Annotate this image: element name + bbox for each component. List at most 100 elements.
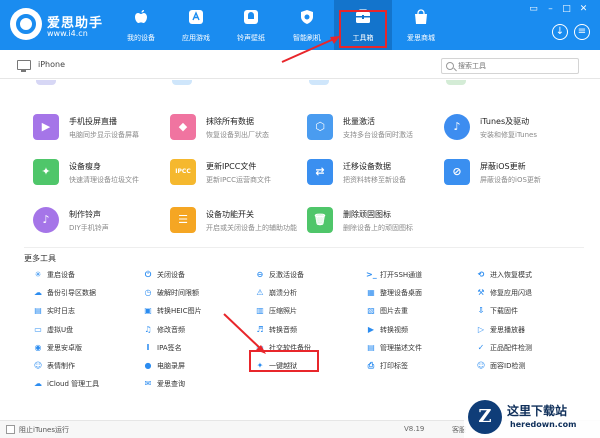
- more-tool-label: 图片去重: [380, 307, 408, 315]
- tool-itunes-driver[interactable]: ♪ iTunes及驱动 安装和修复iTunes: [444, 110, 589, 148]
- nav-my-device[interactable]: 我的设备: [112, 0, 170, 50]
- broom-icon: ✦: [33, 159, 59, 185]
- more-tool-heic[interactable]: ▣ 转换HEIC图片: [143, 304, 261, 318]
- more-tool-emoji[interactable]: ☺ 表情制作: [33, 359, 151, 373]
- more-tool-label: 管理描述文件: [380, 344, 422, 352]
- audio-icon: ♫: [144, 325, 152, 334]
- ringtone-icon: ♪: [33, 207, 59, 233]
- more-tool-desktop[interactable]: ▦ 整理设备桌面: [366, 286, 484, 300]
- tool-erase-all-data[interactable]: ◆ 抹除所有数据 恢复设备到出厂状态: [170, 110, 315, 148]
- tool-desc: 安装和修复iTunes: [480, 131, 537, 139]
- tool-delete-stubborn-icons[interactable]: 🗑 删除顽固图标 删除设备上的顽固图标: [307, 203, 452, 241]
- compress-icon: ▥: [256, 306, 264, 315]
- tool-name: 删除顽固图标: [343, 210, 391, 219]
- block-itunes-label: 阻止iTunes运行: [19, 426, 69, 434]
- tool-name: 设备功能开关: [206, 210, 254, 219]
- section-divider: [24, 247, 584, 248]
- log-icon: ▤: [34, 306, 42, 315]
- more-tool-accessory[interactable]: ✓ 正品配件检测: [476, 341, 594, 355]
- tool-block-ios-update[interactable]: ⊘ 屏蔽iOS更新 屏蔽设备的iOS更新: [444, 155, 589, 193]
- more-tool-udisk[interactable]: ▭ 虚拟U盘: [33, 323, 151, 337]
- tool-name: 制作铃声: [69, 210, 101, 219]
- more-tool-ssh[interactable]: >_ 打开SSH通道: [366, 268, 484, 282]
- transfer-icon: ⇄: [307, 159, 333, 185]
- device-name[interactable]: iPhone: [38, 60, 65, 69]
- more-tool-record[interactable]: ● 电脑录屏: [143, 359, 261, 373]
- more-tool-time-limit[interactable]: ◷ 破解时间限额: [143, 286, 261, 300]
- more-tool-restart[interactable]: ✳ 重启设备: [33, 268, 151, 282]
- nav-apps-games[interactable]: 应用游戏: [167, 0, 225, 50]
- more-tool-power[interactable]: ⏻ 关闭设备: [143, 268, 261, 282]
- record-icon: ●: [144, 361, 152, 370]
- recovery-icon: ⟲: [477, 270, 485, 279]
- menu-icon[interactable]: ≡: [574, 24, 590, 40]
- close-button[interactable]: ✕: [578, 4, 589, 15]
- block-itunes-checkbox[interactable]: [6, 425, 15, 434]
- more-tool-android[interactable]: ◉ 爱思安卓版: [33, 341, 151, 355]
- tool-device-slim[interactable]: ✦ 设备瘦身 快速清理设备垃圾文件: [33, 155, 178, 193]
- ipa-icon: I: [146, 343, 150, 352]
- nav-i4-store[interactable]: 爱思商城: [392, 0, 450, 50]
- tool-make-ringtone[interactable]: ♪ 制作铃声 DIY手机铃声: [33, 203, 178, 241]
- nav-ringtones-wallpaper[interactable]: 铃声壁纸: [222, 0, 280, 50]
- profile-icon: ▤: [367, 343, 375, 352]
- minimize-button[interactable]: –: [545, 4, 556, 15]
- tool-desc: 恢复设备到出厂状态: [206, 131, 269, 139]
- more-tool-fix-crash[interactable]: ⚒ 修复应用闪退: [476, 286, 594, 300]
- download-icon[interactable]: ↓: [552, 24, 568, 40]
- more-tool-label: 爱思播放器: [490, 326, 525, 334]
- nav-label: 爱思商城: [407, 34, 435, 42]
- more-tool-backup-boot[interactable]: ☁ 备份引导区数据: [33, 286, 151, 300]
- more-tool-icloud[interactable]: ☁ iCloud 管理工具: [33, 377, 151, 391]
- nav-smart-flash[interactable]: 智能刷机: [278, 0, 336, 50]
- more-tool-printer[interactable]: ⎙ 打印标签: [366, 359, 484, 373]
- more-tool-player[interactable]: ▷ 爱思播放器: [476, 323, 594, 337]
- tool-batch-activate[interactable]: ⬡ 批量激活 支持多台设备同时激活: [307, 110, 452, 148]
- shop-bag-icon: [415, 9, 427, 24]
- tool-search-box[interactable]: [441, 58, 579, 74]
- nav-label: 应用游戏: [182, 34, 210, 42]
- heic-icon: ▣: [144, 306, 152, 315]
- tray-button[interactable]: ▭: [528, 4, 539, 15]
- more-tool-ipa[interactable]: I IPA签名: [143, 341, 261, 355]
- tool-search-input[interactable]: [458, 60, 576, 72]
- more-tool-log[interactable]: ▤ 实时日志: [33, 304, 151, 318]
- more-tool-faceid[interactable]: ☺ 面容ID检测: [476, 359, 594, 373]
- dedupe-icon: ▧: [367, 306, 375, 315]
- more-tool-label: 转换HEIC图片: [157, 307, 202, 315]
- brand-url: www.i4.cn: [47, 29, 88, 38]
- toolbox-highlight-box: [339, 10, 387, 48]
- tool-update-ipcc[interactable]: IPCC 更新IPCC文件 更新IPCC运营商文件: [170, 155, 315, 193]
- deactivate-icon: ⊖: [256, 270, 264, 279]
- more-tool-firmware[interactable]: ⇩ 下载固件: [476, 304, 594, 318]
- tool-desc: 开启或关闭设备上的辅助功能: [206, 224, 297, 232]
- watermark-badge-letter: Z: [478, 406, 492, 427]
- block-update-icon: ⊘: [444, 159, 470, 185]
- tool-name: 迁移设备数据: [343, 162, 391, 171]
- more-tool-audio[interactable]: ♫ 修改音频: [143, 323, 261, 337]
- tool-desc: 把资料转移至新设备: [343, 176, 406, 184]
- tool-desc: 屏蔽设备的iOS更新: [480, 176, 541, 184]
- more-tool-dedupe[interactable]: ▧ 图片去重: [366, 304, 484, 318]
- more-tool-compress[interactable]: ▥ 压缩照片: [255, 304, 373, 318]
- more-tool-query[interactable]: ✉ 爱思查询: [143, 377, 261, 391]
- tool-screen-mirror[interactable]: ▶ 手机投屏直播 电脑同步显示设备屏幕: [33, 110, 178, 148]
- eraser-icon: ◆: [170, 114, 196, 140]
- watermark-name: 这里下载站: [507, 404, 568, 418]
- more-tool-recovery[interactable]: ⟲ 进入恢复模式: [476, 268, 594, 282]
- more-tool-crash[interactable]: ⚠ 崩溃分析: [255, 286, 373, 300]
- more-tool-convert-audio[interactable]: ♬ 转换音频: [255, 323, 373, 337]
- convert-video-icon: ▶: [367, 325, 375, 334]
- device-bar: iPhone: [0, 53, 600, 79]
- more-tool-label: 破解时间限额: [157, 289, 199, 297]
- more-tool-profile[interactable]: ▤ 管理描述文件: [366, 341, 484, 355]
- crash-icon: ⚠: [256, 288, 264, 297]
- version-text: V8.19: [404, 425, 425, 433]
- tool-device-switches[interactable]: ☰ 设备功能开关 开启或关闭设备上的辅助功能: [170, 203, 315, 241]
- trash-icon: 🗑: [307, 207, 333, 233]
- tool-migrate-data[interactable]: ⇄ 迁移设备数据 把资料转移至新设备: [307, 155, 452, 193]
- more-tool-label: 修改音频: [157, 326, 185, 334]
- maximize-button[interactable]: □: [561, 4, 572, 15]
- more-tool-convert-video[interactable]: ▶ 转换视频: [366, 323, 484, 337]
- more-tool-deactivate[interactable]: ⊖ 反激活设备: [255, 268, 373, 282]
